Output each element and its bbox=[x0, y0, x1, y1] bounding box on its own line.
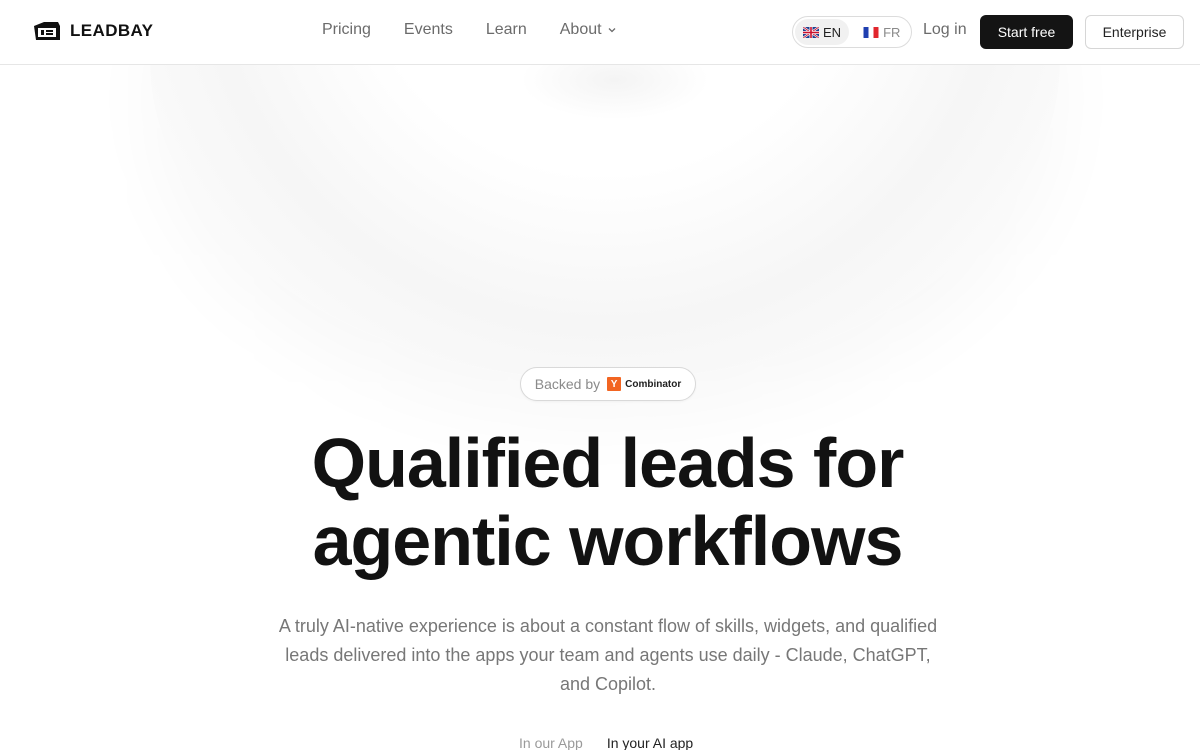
backed-by-badge[interactable]: Backed by Y Combinator bbox=[520, 367, 696, 401]
page: LEADBAY Pricing Events Learn About EN FR… bbox=[0, 0, 1200, 750]
nav-learn[interactable]: Learn bbox=[486, 21, 527, 39]
start-free-button[interactable]: Start free bbox=[980, 15, 1073, 49]
fr-flag-icon bbox=[863, 26, 879, 38]
leadbay-logo-icon bbox=[34, 22, 60, 40]
nav-about[interactable]: About bbox=[560, 21, 617, 39]
backed-by-label: Backed by bbox=[534, 376, 601, 392]
lang-fr-label: FR bbox=[883, 24, 901, 40]
lang-en-label: EN bbox=[823, 24, 842, 40]
login-link[interactable]: Log in bbox=[923, 21, 967, 39]
enterprise-button[interactable]: Enterprise bbox=[1085, 15, 1184, 49]
y-combinator-logo: Y Combinator bbox=[607, 377, 681, 391]
nav-pricing[interactable]: Pricing bbox=[322, 21, 371, 39]
nav-events[interactable]: Events bbox=[404, 21, 453, 39]
y-combinator-name: Combinator bbox=[625, 378, 682, 390]
app-mode-tabs: In our App In your AI app bbox=[519, 735, 693, 750]
nav-about-label: About bbox=[559, 21, 602, 38]
language-switcher: EN FR bbox=[792, 16, 912, 48]
tab-in-our-app[interactable]: In our App bbox=[519, 735, 583, 750]
hero-subtitle: A truly AI-native experience is about a … bbox=[278, 616, 938, 694]
hero-title-line-2: agentic workflows bbox=[312, 502, 904, 580]
top-navbar: LEADBAY Pricing Events Learn About EN FR… bbox=[0, 0, 1200, 65]
chevron-down-icon bbox=[608, 28, 616, 33]
y-combinator-icon: Y bbox=[607, 377, 622, 391]
brand-logo[interactable]: LEADBAY bbox=[32, 18, 153, 44]
brand-name: LEADBAY bbox=[70, 21, 154, 40]
main-nav: Pricing Events Learn About bbox=[322, 21, 617, 39]
lang-option-fr[interactable]: FR bbox=[855, 19, 908, 45]
hero-title-line-1: Qualified leads for bbox=[311, 424, 905, 502]
uk-flag-icon bbox=[803, 26, 819, 38]
hero-title: Qualified leads for agentic workflows bbox=[200, 424, 1015, 580]
tab-in-your-ai-app[interactable]: In your AI app bbox=[607, 735, 693, 750]
lang-option-en[interactable]: EN bbox=[795, 19, 850, 45]
